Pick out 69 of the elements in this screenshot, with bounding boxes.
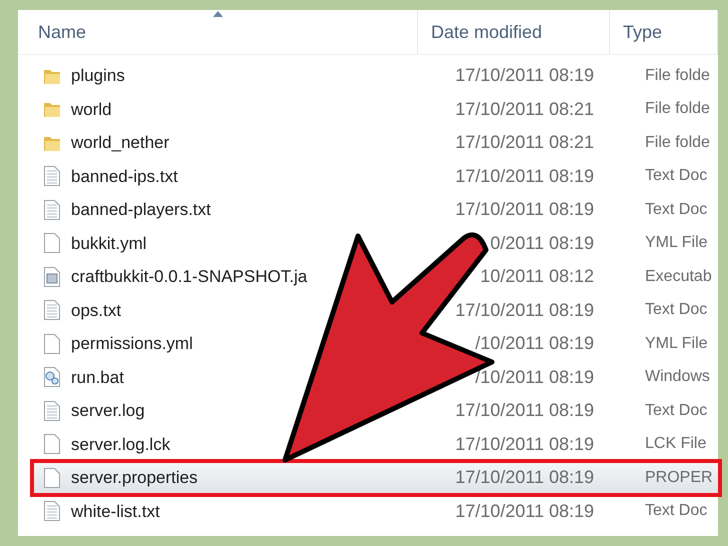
- file-row[interactable]: server.log 17/10/2011 08:19 Text Doc: [30, 394, 718, 428]
- file-row[interactable]: banned-ips.txt 17/10/2011 08:19 Text Doc: [30, 160, 718, 193]
- file-type: PROPER: [645, 468, 713, 486]
- file-row[interactable]: banned-players.txt 17/10/2011 08:19 Text Doc: [30, 193, 718, 226]
- file-name: plugins: [71, 65, 125, 87]
- file-type: Text Doc: [645, 167, 708, 184]
- file-icon: [43, 433, 61, 456]
- date-modified: /10/2011 08:19: [475, 366, 594, 389]
- file-type: YML File: [645, 234, 708, 252]
- file-row[interactable]: world_nether 17/10/2011 08:21 File folde: [30, 126, 718, 160]
- column-header[interactable]: Date modified: [418, 10, 610, 54]
- file-row[interactable]: white-list.txt 17/10/2011 08:19 Text Doc: [30, 494, 718, 528]
- file-name: run.bat: [71, 366, 124, 388]
- file-row[interactable]: ops.txt 17/10/2011 08:19 Text Doc: [30, 294, 718, 327]
- text-file-icon: [43, 165, 61, 188]
- file-row[interactable]: server.log.lck 17/10/2011 08:19 LCK File: [30, 428, 718, 461]
- date-modified: 17/10/2011 08:19: [455, 500, 594, 523]
- file-type: Windows: [645, 368, 710, 386]
- file-type: Text Doc: [645, 502, 708, 520]
- file-name: server.log: [71, 400, 145, 422]
- file-row[interactable]: run.bat /10/2011 08:19 Windows: [30, 360, 718, 394]
- text-file-icon: [43, 500, 61, 522]
- date-modified: 0/2011 08:19: [490, 232, 594, 255]
- file-name: server.properties: [71, 467, 198, 489]
- date-modified: 17/10/2011 08:19: [455, 432, 594, 456]
- date-modified: 17/10/2011 08:19: [455, 399, 594, 422]
- date-modified: 17/10/2011 08:19: [455, 64, 594, 88]
- file-name: white-list.txt: [71, 500, 160, 522]
- file-type: Text Doc: [645, 402, 708, 419]
- column-header[interactable]: Type: [610, 10, 718, 54]
- text-file-icon: [43, 198, 61, 221]
- file-type: YML File: [645, 334, 708, 352]
- file-name: banned-ips.txt: [71, 166, 178, 188]
- file-name: world: [71, 98, 112, 120]
- file-name: server.log.lck: [71, 434, 170, 456]
- file-row[interactable]: permissions.yml /10/2011 08:19 YML File: [30, 327, 718, 360]
- date-modified: 17/10/2011 08:19: [455, 198, 594, 222]
- file-icon: [43, 466, 61, 489]
- file-type: Executab: [645, 268, 712, 285]
- date-modified: 17/10/2011 08:19: [455, 164, 594, 188]
- sort-caret-icon: [212, 11, 222, 17]
- date-modified: 10/2011 08:12: [480, 265, 594, 288]
- file-icon: [43, 332, 61, 355]
- file-row[interactable]: craftbukkit-0.0.1-SNAPSHOT.ja 10/2011 08:12 Executab: [30, 260, 718, 294]
- date-modified: 17/10/2011 08:21: [455, 98, 594, 121]
- file-row[interactable]: world 17/10/2011 08:21 File folde: [30, 92, 718, 126]
- file-type: File folde: [645, 66, 710, 84]
- file-name: world_nether: [71, 132, 170, 154]
- date-modified: 17/10/2011 08:21: [455, 131, 594, 154]
- image-file-icon: [43, 266, 61, 288]
- text-file-icon: [43, 299, 61, 322]
- file-name: bukkit.yml: [71, 232, 147, 254]
- file-name: ops.txt: [71, 300, 122, 322]
- file-type: Text Doc: [645, 200, 708, 218]
- date-modified: /10/2011 08:19: [475, 332, 594, 356]
- file-row[interactable]: plugins 17/10/2011 08:19 File folde: [30, 59, 718, 92]
- file-name: craftbukkit-0.0.1-SNAPSHOT.ja: [71, 266, 308, 288]
- date-modified: 17/10/2011 08:19: [455, 466, 594, 490]
- file-row[interactable]: bukkit.yml 0/2011 08:19 YML File: [30, 226, 718, 260]
- column-header[interactable]: Name: [18, 10, 418, 54]
- file-name: permissions.yml: [71, 333, 193, 355]
- file-type: LCK File: [645, 435, 706, 452]
- file-type: File folde: [645, 100, 710, 118]
- file-type: File folde: [645, 134, 710, 151]
- file-icon: [43, 232, 61, 254]
- file-name: banned-players.txt: [71, 199, 211, 221]
- file-type: Text Doc: [645, 301, 708, 318]
- text-file-icon: [43, 400, 61, 422]
- date-modified: 17/10/2011 08:19: [455, 298, 594, 322]
